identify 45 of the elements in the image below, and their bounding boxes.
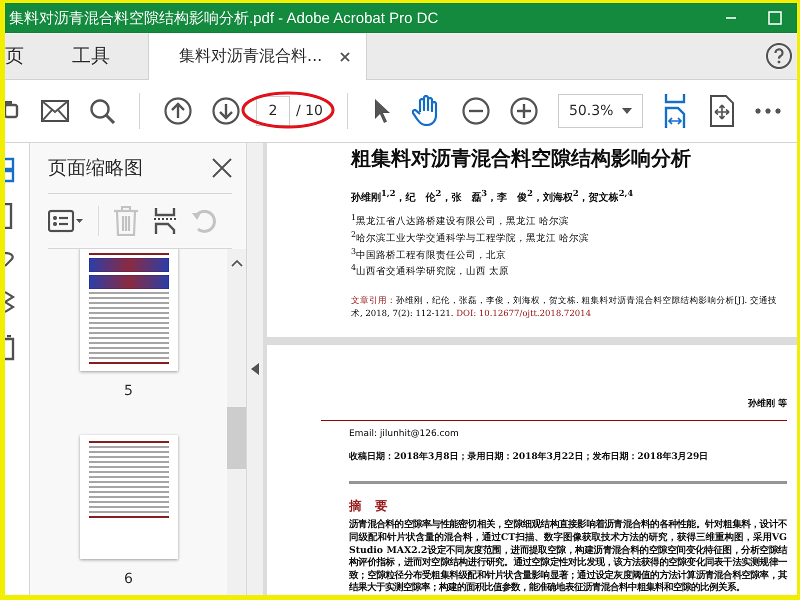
maximize-icon [768, 11, 782, 25]
close-icon[interactable] [212, 158, 232, 178]
page-number-field[interactable]: 2 [256, 96, 290, 126]
page-thumbnails-icon[interactable] [5, 157, 17, 183]
options-menu-icon[interactable] [48, 209, 84, 233]
caret-icon [622, 108, 632, 114]
abstract: 沥青混合料的空隙率与性能密切相关，空隙细观结构直接影响着沥青混合料的各种性能。针对粗集料，设计不同级配和针片状含量的混合料，通过CT扫描、数字图像获取技术方法的研究，获得三维重构图，采用VG Studio MAX2.2设定不同灰度范围，进而提取空隙，构建沥青混合料的空隙空间变化特征图，分析空隙结构评价指标，进而对空隙结构进行研究。通过空隙定性对比发现，该方法获得的空隙变化同表干法实测规律一致；空隙粒径分布受粗集料级配和针片状含量影响显著；通过设定灰度阈值的方法计算沥青混合料空隙率，其结果大于实测空隙率；构建的面积比值参数，能准确地表征沥青混合料中粗集料和空隙的比例关系。 [349, 519, 787, 595]
page-number-label: 5 [124, 383, 133, 399]
tab[interactable]: 工具 [42, 33, 148, 79]
more-icon[interactable] [755, 108, 781, 114]
tab[interactable]: 页 [5, 33, 42, 79]
scrollbar-thumb[interactable] [227, 407, 246, 469]
scrollbar[interactable] [227, 249, 246, 595]
affiliation: $^{2}$哈尔滨工业大学交通科学与工程学院，黑龙江 哈尔滨 [351, 228, 590, 246]
citation: 文章引用：孙维刚，纪伦，张磊，李俊，刘海权，贺文栋. 粗集料对沥青混合料空隙结构影响分析[J]. 交通技术, 2018, 7(2): 112-121. DOI: 10.12677/ojtt.2018.72014 [351, 294, 778, 321]
affiliation: $^{4}$山西省交通科学研究院，山西 太原 [351, 262, 510, 279]
tab[interactable]: 集料对沥青混合料... [148, 33, 368, 80]
bookmark-icon[interactable] [5, 203, 15, 229]
affiliation: $^{1}$黑龙江省八达路桥建设有限公司，黑龙江 哈尔滨 [351, 212, 570, 229]
zoom-out-icon[interactable] [462, 97, 490, 125]
search-icon[interactable] [89, 98, 115, 124]
page-thumbnail[interactable] [80, 249, 178, 371]
window-title: 集料对沥青混合料空隙结构影响分析.pdf - Adobe Acrobat Pro DC [9, 8, 438, 28]
page-number-label: 6 [124, 571, 133, 587]
page-thumbnail[interactable] [80, 435, 178, 559]
close-icon[interactable] [340, 52, 350, 62]
paper-title: 粗集料对沥青混合料空隙结构影响分析 [351, 145, 692, 172]
zoom-in-icon[interactable] [510, 97, 538, 125]
next-page-icon[interactable] [212, 97, 240, 125]
collapse-panel-icon[interactable] [251, 363, 259, 375]
page-move-icon[interactable] [709, 95, 735, 127]
insert-page-icon[interactable] [153, 207, 177, 235]
scroll-up-icon[interactable] [230, 259, 242, 267]
dates: 收稿日期：2018年3月8日；录用日期：2018年3月22日；发布日期：2018年3月29日 [349, 450, 710, 464]
page-total: / 10 [296, 103, 323, 119]
author-list: 孙维刚$^{1,2}$，纪 伦$^{2}$，张 磊$^{3}$，李 俊$^{2}$，刘海权$^{2}$，贺文栋$^{2,4}$ [351, 188, 787, 204]
email: Email: jilunhit@126.com [349, 429, 460, 440]
abstract-heading: 摘 要 [349, 498, 389, 516]
previous-page-icon[interactable] [164, 97, 192, 125]
affiliation: $^{3}$中国路桥工程有限责任公司，北京 [351, 246, 508, 262]
zoom-dropdown[interactable]: 50.3% [558, 94, 643, 128]
panel-title: 页面缩略图 [48, 156, 143, 181]
email-icon[interactable] [41, 100, 69, 122]
running-head: 孙维刚 等 [321, 397, 787, 422]
help-icon[interactable] [765, 42, 793, 70]
